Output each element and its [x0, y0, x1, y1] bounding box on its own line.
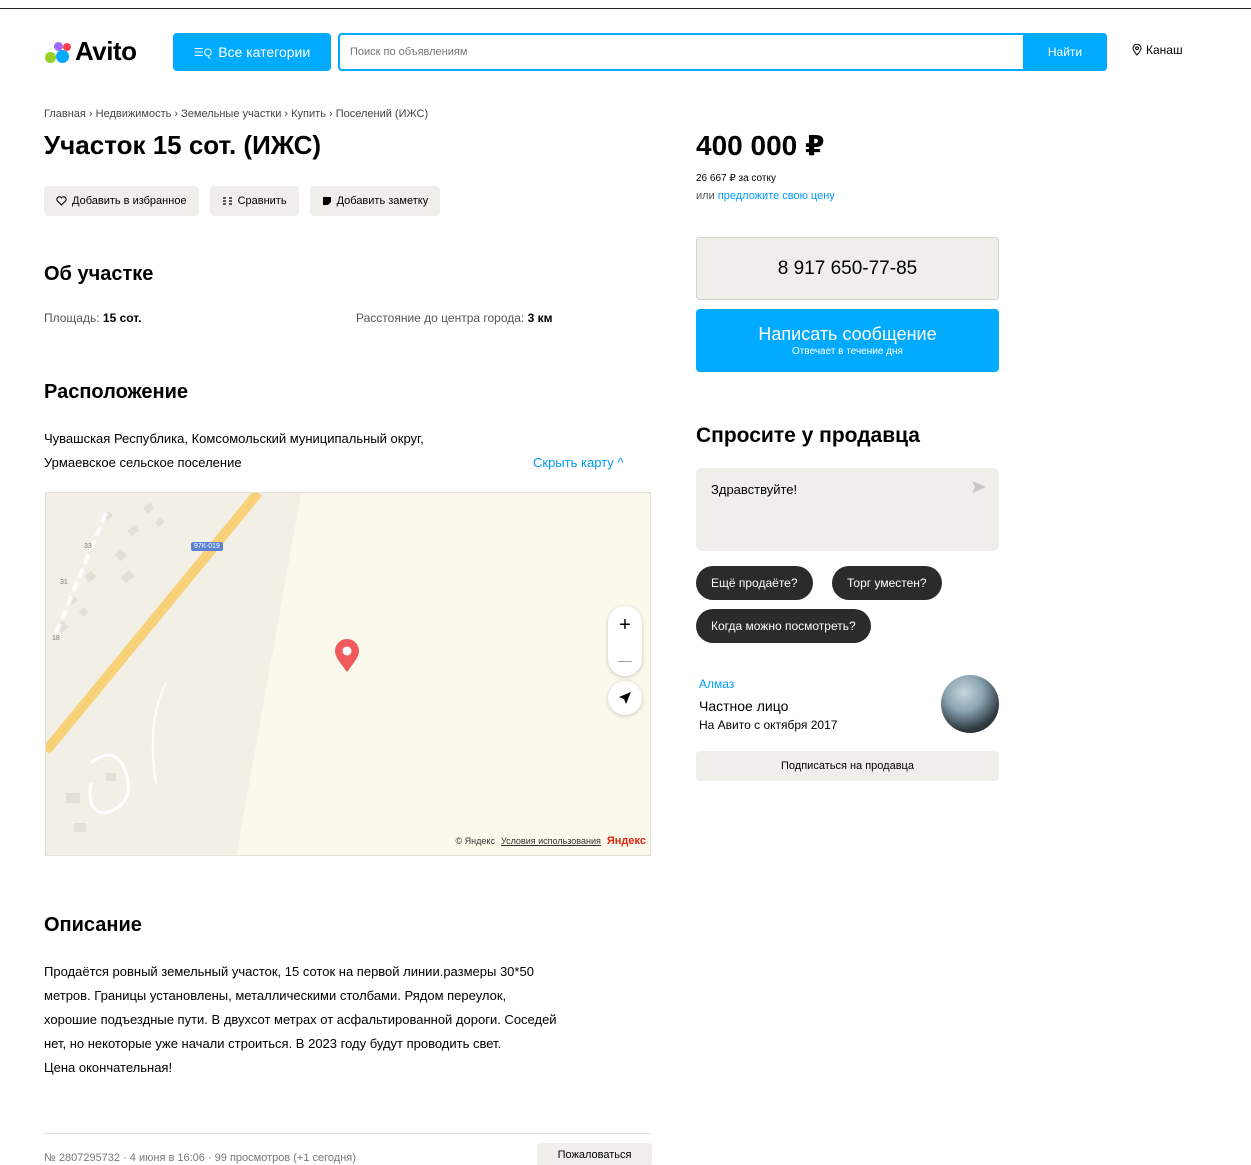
- report-button[interactable]: Пожаловаться: [537, 1143, 652, 1165]
- heart-icon: [56, 196, 67, 206]
- write-message-label: Написать сообщение: [758, 324, 937, 344]
- param-area-label: Площадь:: [44, 311, 100, 325]
- param-distance: Расстояние до центра города: 3 км: [356, 311, 553, 325]
- quick-question-chip[interactable]: Когда можно посмотреть?: [696, 609, 871, 643]
- locate-button[interactable]: [608, 681, 642, 715]
- hide-map-link[interactable]: Скрыть карту ^: [533, 455, 623, 470]
- offer-price: или предложите свою цену: [696, 190, 835, 202]
- description-line: нет, но некоторые уже начали строиться. …: [44, 1036, 502, 1051]
- compare-button[interactable]: Сравнить: [209, 186, 299, 216]
- compare-icon: [222, 197, 232, 205]
- response-time: Отвечает в течение дня: [792, 346, 903, 357]
- breadcrumb: Главная › Недвижимость › Земельные участ…: [44, 108, 429, 120]
- house-number: 33: [84, 543, 92, 550]
- zoom-out-button[interactable]: —: [618, 653, 632, 667]
- all-categories-label: Все категории: [218, 44, 311, 60]
- map-terms-link[interactable]: Условия использования: [501, 836, 601, 846]
- param-distance-label: Расстояние до центра города:: [356, 311, 525, 325]
- description-line: метров. Границы установлены, металлическ…: [44, 988, 507, 1003]
- ask-seller-heading: Спросите у продавца: [696, 424, 920, 447]
- show-phone-button[interactable]: 8 917 650-77-85: [696, 237, 999, 300]
- offer-price-link[interactable]: предложите свою цену: [718, 190, 835, 202]
- categories-search-icon: ☰Q: [193, 46, 213, 59]
- seller-since: На Авито с октября 2017: [699, 718, 838, 732]
- map-attribution: © Яндекс Условия использования Яндекс: [456, 835, 646, 847]
- top-border-line: [0, 8, 1251, 9]
- search-input[interactable]: [340, 35, 1023, 69]
- search-button[interactable]: Найти: [1023, 33, 1107, 71]
- compare-label: Сравнить: [237, 195, 287, 207]
- location-heading: Расположение: [44, 381, 189, 403]
- listing-meta: № 2807295732 · 4 июня в 16:06 · 99 просм…: [44, 1152, 356, 1164]
- breadcrumb-item[interactable]: Поселений (ИЖС): [336, 108, 428, 120]
- breadcrumb-item[interactable]: Недвижимость: [96, 108, 172, 120]
- avito-logo[interactable]: Avito: [44, 36, 137, 67]
- description-line: Продаётся ровный земельный участок, 15 с…: [44, 964, 534, 979]
- quick-question-chip[interactable]: Ещё продаёте?: [696, 566, 813, 600]
- address-line: Чувашская Республика, Комсомольский муни…: [44, 431, 424, 446]
- map-background: [46, 493, 301, 855]
- breadcrumb-item[interactable]: Главная: [44, 108, 86, 120]
- divider: [44, 1133, 651, 1134]
- page-title: Участок 15 сот. (ИЖС): [44, 130, 322, 160]
- price: 400 000 ₽: [696, 130, 825, 161]
- logo-dots-icon: [44, 40, 72, 64]
- house-number: 31: [60, 579, 68, 586]
- about-heading: Об участке: [44, 263, 154, 285]
- map-marker-icon[interactable]: [334, 639, 360, 673]
- add-note-label: Добавить заметку: [336, 195, 429, 207]
- all-categories-button[interactable]: ☰Q Все категории: [173, 33, 331, 71]
- breadcrumb-item[interactable]: Купить: [291, 108, 326, 120]
- offer-prefix: или: [696, 190, 715, 202]
- seller-type: Частное лицо: [699, 698, 789, 714]
- param-area-value: 15 сот.: [102, 311, 142, 325]
- house-number: 18: [52, 635, 60, 642]
- write-message-button[interactable]: Написать сообщение Отвечает в течение дн…: [696, 309, 999, 372]
- add-to-favorites-button[interactable]: Добавить в избранное: [44, 186, 199, 216]
- ask-seller-text: Здравствуйте!: [711, 482, 798, 497]
- city-label: Канаш: [1146, 43, 1183, 57]
- navigation-arrow-icon: [619, 692, 631, 704]
- zoom-in-button[interactable]: +: [619, 615, 631, 635]
- param-area: Площадь: 15 сот.: [44, 311, 141, 325]
- send-icon[interactable]: [971, 480, 987, 494]
- description-heading: Описание: [44, 914, 142, 936]
- note-icon: [322, 197, 331, 205]
- yandex-logo[interactable]: Яндекс: [607, 835, 646, 847]
- price-per-unit: 26 667 ₽ за сотку: [696, 173, 776, 184]
- add-to-favorites-label: Добавить в избранное: [72, 195, 187, 207]
- listing-actions: Добавить в избранное Сравнить Добавить з…: [44, 186, 441, 216]
- address: Чувашская Республика, Комсомольский муни…: [44, 427, 514, 475]
- map-copyright: © Яндекс: [455, 836, 495, 846]
- breadcrumb-item[interactable]: Земельные участки: [181, 108, 281, 120]
- location-pin-icon: [1132, 44, 1142, 56]
- map[interactable]: 97К-019 33 31 18 + — © Яндекс Условия ис…: [45, 492, 651, 856]
- zoom-control: + —: [608, 606, 642, 676]
- ask-seller-input[interactable]: Здравствуйте!: [696, 468, 999, 551]
- address-line: Урмаевское сельское поселение: [44, 455, 242, 470]
- quick-question-chip[interactable]: Торг уместен?: [832, 566, 942, 600]
- avatar[interactable]: [941, 675, 999, 733]
- search-bar: Найти: [338, 33, 1107, 71]
- city-selector[interactable]: Канаш: [1132, 43, 1183, 57]
- road-label: 97К-019: [191, 542, 223, 551]
- description-line: хорошие подъездные пути. В двухсот метра…: [44, 1012, 557, 1027]
- add-note-button[interactable]: Добавить заметку: [309, 186, 441, 216]
- description-text: Продаётся ровный земельный участок, 15 с…: [44, 960, 656, 1080]
- seller-name-link[interactable]: Алмаз: [699, 677, 734, 691]
- param-distance-value: 3 км: [527, 311, 553, 325]
- logo-text: Avito: [75, 36, 137, 66]
- subscribe-button[interactable]: Подписаться на продавца: [696, 751, 999, 781]
- description-line: Цена окончательная!: [44, 1060, 173, 1075]
